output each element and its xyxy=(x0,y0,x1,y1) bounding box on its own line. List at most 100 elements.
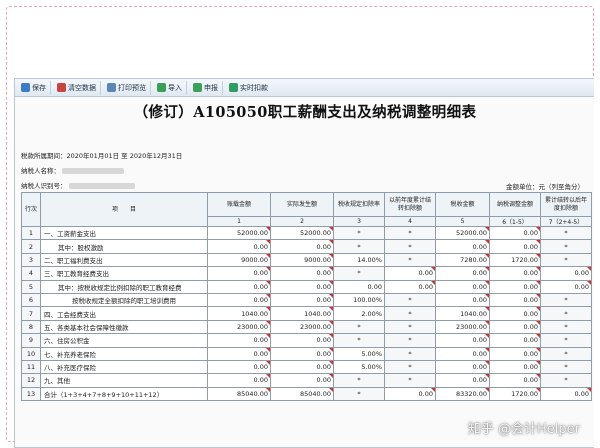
save-icon xyxy=(21,83,30,92)
table-cell[interactable]: 0.00 xyxy=(270,333,334,348)
table-cell: 0.00 xyxy=(540,386,592,402)
table-cell[interactable]: 23000.00 xyxy=(270,319,334,335)
table-cell[interactable]: 0.00 xyxy=(207,346,271,361)
amount-unit: 金额单位：元（列至角分） xyxy=(506,183,584,191)
table-cell[interactable]: 9000.00 xyxy=(207,252,271,268)
column-header: 行次 xyxy=(21,192,41,227)
table-cell: 0.00 xyxy=(489,359,541,375)
form-title: （修订）A105050职工薪酬支出及纳税调整明细表 xyxy=(133,104,477,121)
table-cell: * xyxy=(540,346,592,361)
column-header: 累计结转以后年度扣除额 xyxy=(540,192,592,217)
table-cell: 14.00% xyxy=(333,252,385,268)
table-row: 10 七、补充养老保险 0.00 0.00 5.00% * 0.00 0.00 * xyxy=(21,346,592,361)
table-cell: 2.00% xyxy=(333,306,385,321)
table-cell: 0.00 xyxy=(489,333,541,348)
table-cell[interactable]: 9000.00 xyxy=(270,252,334,268)
table-cell[interactable]: 0.00 xyxy=(270,373,334,388)
table-cell[interactable]: 1040.00 xyxy=(207,306,271,321)
table-cell: 0.00 xyxy=(435,292,490,308)
table-cell[interactable]: 0.00 xyxy=(270,239,334,254)
table-row: 7 四、工会经费支出 1040.00 1040.00 2.00% * 1040.00 0.00… xyxy=(21,306,592,321)
table-cell[interactable]: 0.00 xyxy=(384,279,436,294)
row-item-label: 八、补充医疗保险 xyxy=(40,359,208,375)
table-cell: 0.00 xyxy=(435,333,490,348)
table-cell[interactable]: 0.00 xyxy=(207,292,271,308)
table-cell: * xyxy=(540,333,592,348)
row-item-label: 九、其他 xyxy=(40,373,208,388)
row-item-label: 七、补充养老保险 xyxy=(40,346,208,361)
table-cell[interactable]: 0.00 xyxy=(207,333,271,348)
table-cell: 0.00 xyxy=(435,373,490,388)
table-row: 11 八、补充医疗保险 0.00 0.00 5.00% * 0.00 0.00 * xyxy=(21,359,592,375)
table-cell: 1720.00 xyxy=(489,252,541,268)
table-cell: 5.00% xyxy=(333,359,385,375)
table-cell: 0.00 xyxy=(333,279,385,294)
submit-icon xyxy=(193,83,202,92)
taxpayer-name-redacted xyxy=(62,168,124,174)
row-number: 9 xyxy=(21,333,41,348)
table-cell: 0.00 xyxy=(435,346,490,361)
column-number: 4 xyxy=(384,216,436,227)
table-cell: * xyxy=(384,292,436,308)
table-cell[interactable]: 0.00 xyxy=(207,359,271,375)
row-number: 10 xyxy=(21,346,41,361)
table-cell[interactable]: 0.00 xyxy=(384,386,436,402)
table-cell: 52000.00 xyxy=(435,225,490,241)
table-cell: 7280.00 xyxy=(435,252,490,268)
toolbar-button-1[interactable]: 清空数据 xyxy=(55,80,101,95)
row-item-label: 一、工资薪金支出 xyxy=(40,225,208,241)
toolbar-button-4[interactable]: 申报 xyxy=(191,80,223,95)
table-cell[interactable]: 23000.00 xyxy=(207,319,271,335)
table-cell[interactable]: 52000.00 xyxy=(207,225,271,241)
column-number: 2 xyxy=(270,216,334,227)
table-row: 6 按税收规定全额扣除的职工培训费用 0.00 0.00 100.00% * 0.00 0.0… xyxy=(21,292,592,308)
table-row: 12 九、其他 0.00 0.00 * * 0.00 0.00 * xyxy=(21,373,592,388)
table-cell[interactable]: 0.00 xyxy=(270,292,334,308)
row-item-label: 三、职工教育经费支出 xyxy=(40,266,208,281)
table-cell: * xyxy=(540,292,592,308)
table-cell: * xyxy=(333,373,385,388)
table-cell: * xyxy=(384,225,436,241)
form-window: 保存 清空数据 打印预览 导入 申报 实时扣款 （修订）A105050职工薪酬支出及纳税调… xyxy=(14,78,594,448)
table-row: 13 合计（1+3+4+7+8+9+10+11+12） 85040.00 85040.… xyxy=(21,386,592,402)
table-row: 4 三、职工教育经费支出 0.00 0.00 * 0.00 0.00 0.00 0.00 xyxy=(21,266,592,281)
table-cell[interactable]: 0.00 xyxy=(207,266,271,281)
column-number: 7（2+4-5） xyxy=(540,216,592,227)
watermark: 知乎 @会计Helper xyxy=(467,422,580,437)
table-cell: 0.00 xyxy=(540,266,592,281)
toolbar-button-0[interactable]: 保存 xyxy=(19,80,51,95)
table-cell: 0.00 xyxy=(489,319,541,335)
table-cell: * xyxy=(384,333,436,348)
table-cell[interactable]: 0.00 xyxy=(207,239,271,254)
table-cell: * xyxy=(384,239,436,254)
table-cell[interactable]: 0.00 xyxy=(270,359,334,375)
table-cell[interactable]: 0.00 xyxy=(384,266,436,281)
table-cell: 0.00 xyxy=(489,306,541,321)
table-cell[interactable]: 0.00 xyxy=(270,279,334,294)
row-number: 5 xyxy=(21,279,41,294)
toolbar-button-5[interactable]: 实时扣款 xyxy=(227,81,272,95)
column-header: 账载金额 xyxy=(207,192,271,217)
table-cell: * xyxy=(384,359,436,375)
table-cell[interactable]: 0.00 xyxy=(207,373,271,388)
toolbar-button-3[interactable]: 导入 xyxy=(155,80,187,95)
column-header: 纳税调整金额 xyxy=(489,192,541,217)
table-cell[interactable]: 0.00 xyxy=(207,279,271,294)
table-cell: * xyxy=(540,319,592,335)
table-row: 1 一、工资薪金支出 52000.00 52000.00 * * 52000.00 0.00 * xyxy=(21,225,592,241)
table-cell[interactable]: 85040.00 xyxy=(207,386,271,402)
table-row: 5 其中：按税收规定比例扣除的职工教育经费 0.00 0.00 0.00 0.00 0.00… xyxy=(21,279,592,294)
toolbar-button-2[interactable]: 打印预览 xyxy=(105,80,151,95)
table-cell[interactable]: 52000.00 xyxy=(270,225,334,241)
table-cell[interactable]: 85040.00 xyxy=(270,386,334,402)
print-icon xyxy=(107,83,116,92)
table-cell[interactable]: 1040.00 xyxy=(270,306,334,321)
toolbar-button-label: 清空数据 xyxy=(68,83,96,92)
table-cell: * xyxy=(540,239,592,254)
row-item-label: 五、各类基本社会保障性缴款 xyxy=(40,319,208,335)
table-cell[interactable]: 0.00 xyxy=(270,346,334,361)
taxpayer-id-label: 纳税人识别号： xyxy=(21,182,67,190)
table-cell[interactable]: 0.00 xyxy=(270,266,334,281)
row-number: 8 xyxy=(21,319,41,335)
column-number: 1 xyxy=(207,216,271,227)
